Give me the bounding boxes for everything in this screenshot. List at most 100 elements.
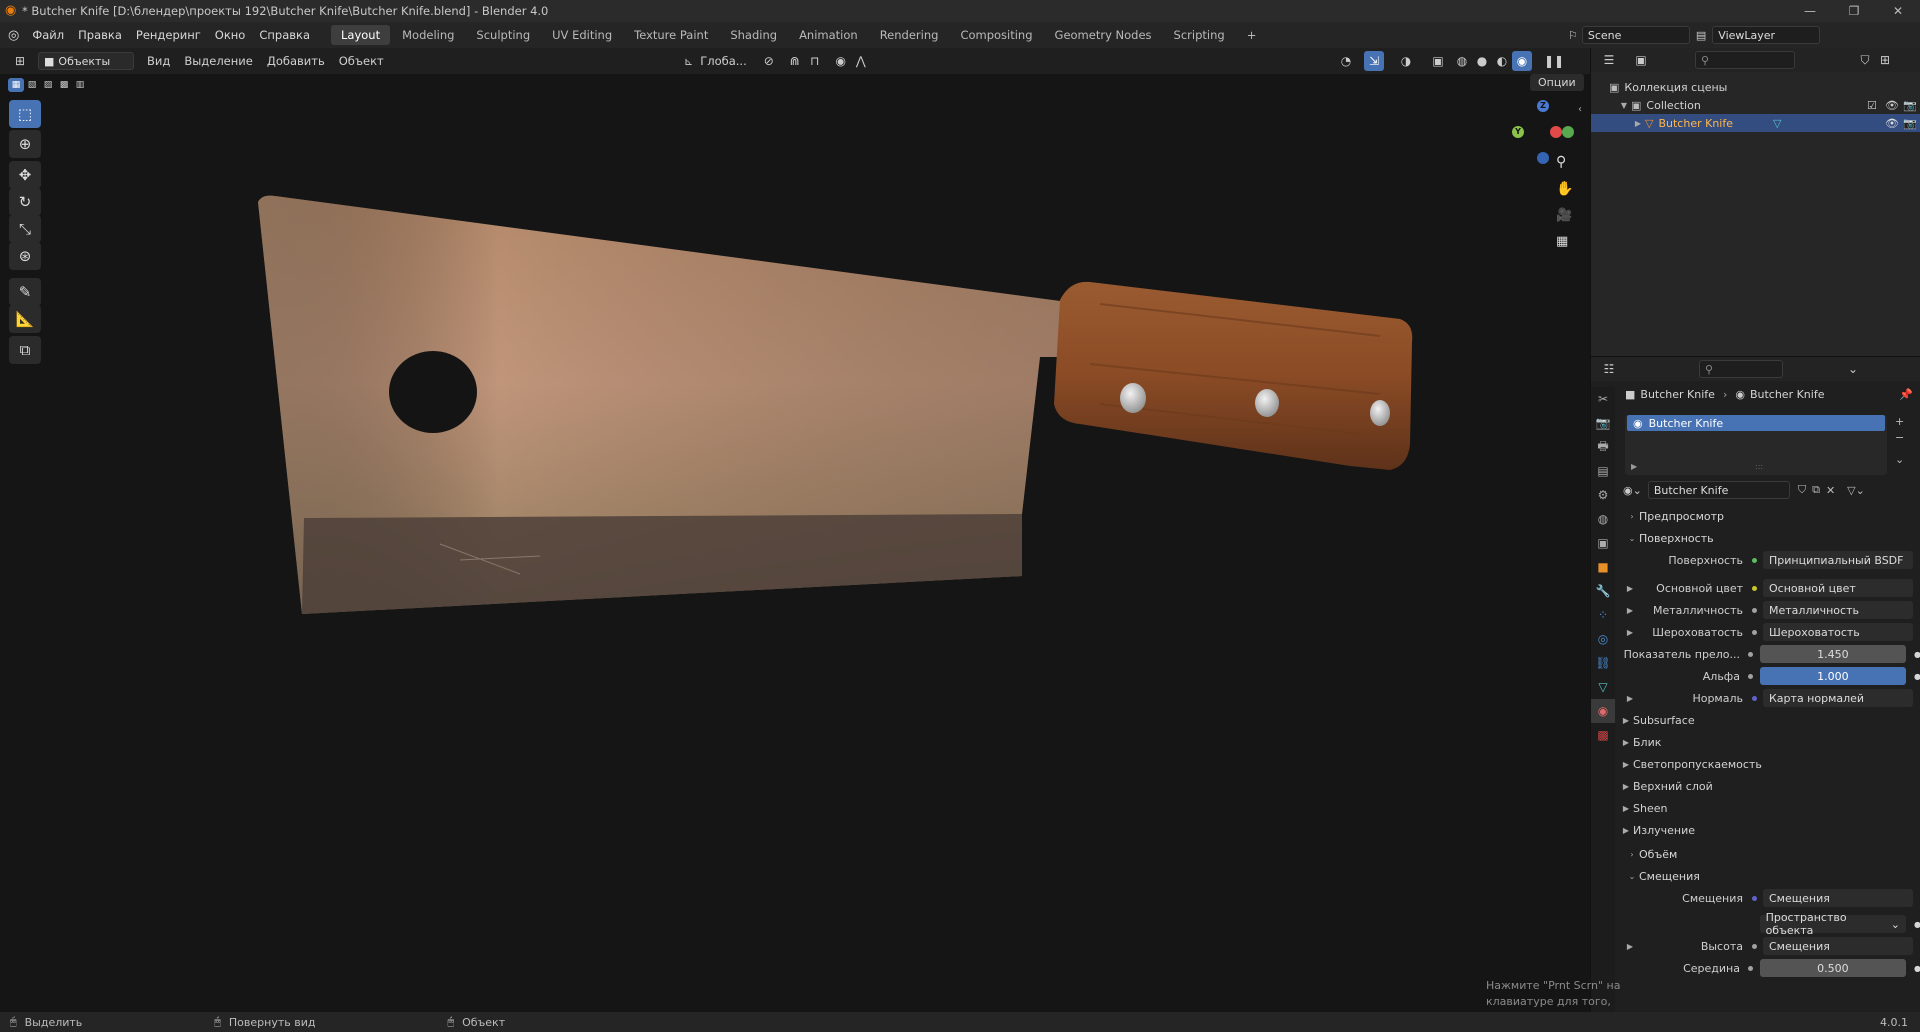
new-collection-icon[interactable]: ⊞ bbox=[1875, 50, 1895, 70]
object-eye-icon[interactable]: 👁 bbox=[1885, 117, 1899, 130]
subsection-sheen[interactable]: ▶ Sheen bbox=[1619, 797, 1920, 819]
object-expand-icon[interactable]: ▶ bbox=[1631, 119, 1645, 128]
visibility-icon[interactable]: ◔ bbox=[1336, 51, 1356, 71]
tab-sculpting[interactable]: Sculpting bbox=[466, 25, 540, 45]
menu-select[interactable]: Выделение bbox=[177, 54, 260, 68]
subsection-emission[interactable]: ▶ Излучение bbox=[1619, 819, 1920, 841]
metallic-input[interactable]: Металличность bbox=[1763, 601, 1913, 619]
displacement-space-dropdown[interactable]: Пространство объекта ⌄ bbox=[1759, 911, 1907, 937]
menu-file[interactable]: Файл bbox=[25, 28, 71, 42]
socket-dot-icon[interactable] bbox=[1749, 627, 1759, 637]
perspective-grid-icon[interactable]: ▦ bbox=[1556, 234, 1568, 249]
render-tab-icon[interactable]: 📷 bbox=[1591, 411, 1615, 435]
minimize-button[interactable]: — bbox=[1788, 0, 1832, 22]
tab-modeling[interactable]: Modeling bbox=[392, 25, 464, 45]
wireframe-shading-icon[interactable]: ◍ bbox=[1452, 51, 1472, 71]
menu-edit[interactable]: Правка bbox=[71, 28, 129, 42]
scene-collection-row[interactable]: ▣ Коллекция сцены bbox=[1591, 78, 1920, 96]
menu-view[interactable]: Вид bbox=[140, 54, 177, 68]
socket-dot-icon[interactable] bbox=[1746, 963, 1756, 973]
material-slot-item[interactable]: ◉ Butcher Knife bbox=[1627, 415, 1885, 431]
world-tab-icon[interactable]: ◍ bbox=[1591, 507, 1615, 531]
remove-slot-icon[interactable]: − bbox=[1895, 431, 1904, 444]
navigation-gizmo[interactable]: Z Y bbox=[1500, 96, 1580, 176]
zoom-icon[interactable]: ⚲ bbox=[1556, 154, 1566, 170]
outliner-search-input[interactable]: ⚲ bbox=[1695, 51, 1795, 69]
solid-shading-icon[interactable]: ● bbox=[1472, 51, 1492, 71]
menu-object[interactable]: Объект bbox=[332, 54, 391, 68]
z-axis-icon[interactable]: Z bbox=[1537, 100, 1549, 112]
ior-slider[interactable]: 1.450 bbox=[1759, 645, 1907, 663]
socket-dot-icon[interactable] bbox=[1749, 941, 1759, 951]
expand-icon[interactable]: ▶ bbox=[1623, 606, 1637, 615]
material-filter-icon[interactable]: ▽⌄ bbox=[1847, 484, 1865, 497]
rendered-shading-icon[interactable]: ◉ bbox=[1512, 51, 1532, 71]
keyframe-dot-icon[interactable]: ● bbox=[1914, 964, 1920, 973]
3d-viewport[interactable]: ▦ ▧ ▨ ▩ ▥ Опции ⬚ ⊕ ✥ ↻ ⤡ ⊛ ✎ 📐 ⧉ Z Y ⚲ … bbox=[0, 74, 1590, 1012]
displacement-panel-header[interactable]: ⌄ Смещения bbox=[1619, 865, 1920, 887]
midlevel-slider[interactable]: 0.500 bbox=[1759, 959, 1907, 977]
expand-icon[interactable]: ▶ bbox=[1623, 584, 1637, 593]
fake-user-icon[interactable]: ⛉ bbox=[1798, 483, 1806, 497]
maximize-button[interactable]: ❐ bbox=[1832, 0, 1876, 22]
tab-layout[interactable]: Layout bbox=[331, 25, 391, 45]
list-resize-handle[interactable]: ::: bbox=[1755, 462, 1763, 471]
expand-icon[interactable]: ▶ bbox=[1623, 942, 1637, 951]
collection-expand-icon[interactable]: ▼ bbox=[1617, 101, 1631, 110]
socket-dot-icon[interactable] bbox=[1749, 693, 1759, 703]
mode-selector[interactable]: ■ Объекты bbox=[38, 52, 134, 70]
material-browse-icon[interactable]: ◉⌄ bbox=[1623, 484, 1642, 497]
proportional-edit-icon[interactable]: ◉ bbox=[831, 51, 851, 71]
tab-shading[interactable]: Shading bbox=[720, 25, 787, 45]
output-tab-icon[interactable]: 🖶 bbox=[1591, 435, 1615, 459]
object-row-butcher-knife[interactable]: ▶ ▽ Butcher Knife ▽ 👁 📷 bbox=[1591, 114, 1920, 132]
list-expand-icon[interactable]: ▶ bbox=[1631, 462, 1637, 471]
tool-tab-icon[interactable]: ✂ bbox=[1591, 387, 1615, 411]
keyframe-dot-icon[interactable]: ● bbox=[1914, 672, 1920, 681]
tab-uv-editing[interactable]: UV Editing bbox=[542, 25, 622, 45]
view-layer-tab-icon[interactable]: ▤ bbox=[1591, 459, 1615, 483]
object-camera-icon[interactable]: 📷 bbox=[1903, 117, 1917, 130]
socket-dot-icon[interactable] bbox=[1749, 605, 1759, 615]
alpha-slider[interactable]: 1.000 bbox=[1759, 667, 1907, 685]
height-input[interactable]: Смещения bbox=[1763, 937, 1913, 955]
xray-icon[interactable]: ▣ bbox=[1428, 51, 1448, 71]
menu-add[interactable]: Добавить bbox=[260, 54, 332, 68]
sidebar-toggle-icon[interactable]: ‹ bbox=[1578, 104, 1582, 115]
add-slot-icon[interactable]: + bbox=[1895, 415, 1904, 428]
collection-eye-icon[interactable]: 👁 bbox=[1885, 99, 1899, 112]
surface-panel-header[interactable]: ⌄ Поверхность bbox=[1619, 527, 1920, 549]
base-color-input[interactable]: Основной цвет bbox=[1763, 579, 1913, 597]
falloff-icon[interactable]: ⋀ bbox=[851, 51, 871, 71]
subsection-coat[interactable]: ▶ Верхний слой bbox=[1619, 775, 1920, 797]
volume-panel-header[interactable]: › Объём bbox=[1619, 843, 1920, 865]
scene-selector[interactable]: Scene bbox=[1581, 26, 1690, 44]
transform-orientation-dropdown[interactable]: Глоба... bbox=[696, 54, 751, 68]
pan-hand-icon[interactable]: ✋ bbox=[1556, 181, 1573, 197]
pin-icon[interactable]: 📌 bbox=[1899, 388, 1913, 401]
socket-dot-icon[interactable] bbox=[1746, 649, 1756, 659]
constraints-tab-icon[interactable]: ⛓ bbox=[1591, 651, 1615, 675]
view-layer-selector[interactable]: ViewLayer bbox=[1712, 26, 1821, 44]
z-neg-axis-icon[interactable] bbox=[1537, 152, 1549, 164]
menu-render[interactable]: Рендеринг bbox=[129, 28, 208, 42]
snap-target-icon[interactable]: ⊓ bbox=[805, 51, 825, 71]
gizmo-icon[interactable]: ⇲ bbox=[1364, 51, 1384, 71]
roughness-input[interactable]: Шероховатость bbox=[1763, 623, 1913, 641]
pivot-icon[interactable]: ⊘ bbox=[759, 51, 779, 71]
tab-compositing[interactable]: Compositing bbox=[950, 25, 1042, 45]
y-axis-icon[interactable]: Y bbox=[1512, 126, 1524, 138]
socket-dot-icon[interactable] bbox=[1749, 583, 1759, 593]
subsection-transmission[interactable]: ▶ Светопропускаемость bbox=[1619, 753, 1920, 775]
snap-icon[interactable]: ⋒ bbox=[785, 51, 805, 71]
scene-icon[interactable]: ⚐ bbox=[1568, 29, 1578, 42]
add-workspace-icon[interactable]: + bbox=[1237, 25, 1267, 45]
socket-dot-icon[interactable] bbox=[1749, 555, 1759, 565]
collection-checkbox-icon[interactable]: ☑ bbox=[1867, 99, 1877, 112]
display-mode-icon[interactable]: ▣ bbox=[1631, 50, 1651, 70]
x-axis-icon[interactable] bbox=[1550, 126, 1562, 138]
displacement-input[interactable]: Смещения bbox=[1763, 889, 1913, 907]
data-tab-icon[interactable]: ▽ bbox=[1591, 675, 1615, 699]
filter-icon[interactable]: ⛉ bbox=[1855, 50, 1875, 70]
keyframe-dot-icon[interactable]: ● bbox=[1914, 920, 1920, 929]
